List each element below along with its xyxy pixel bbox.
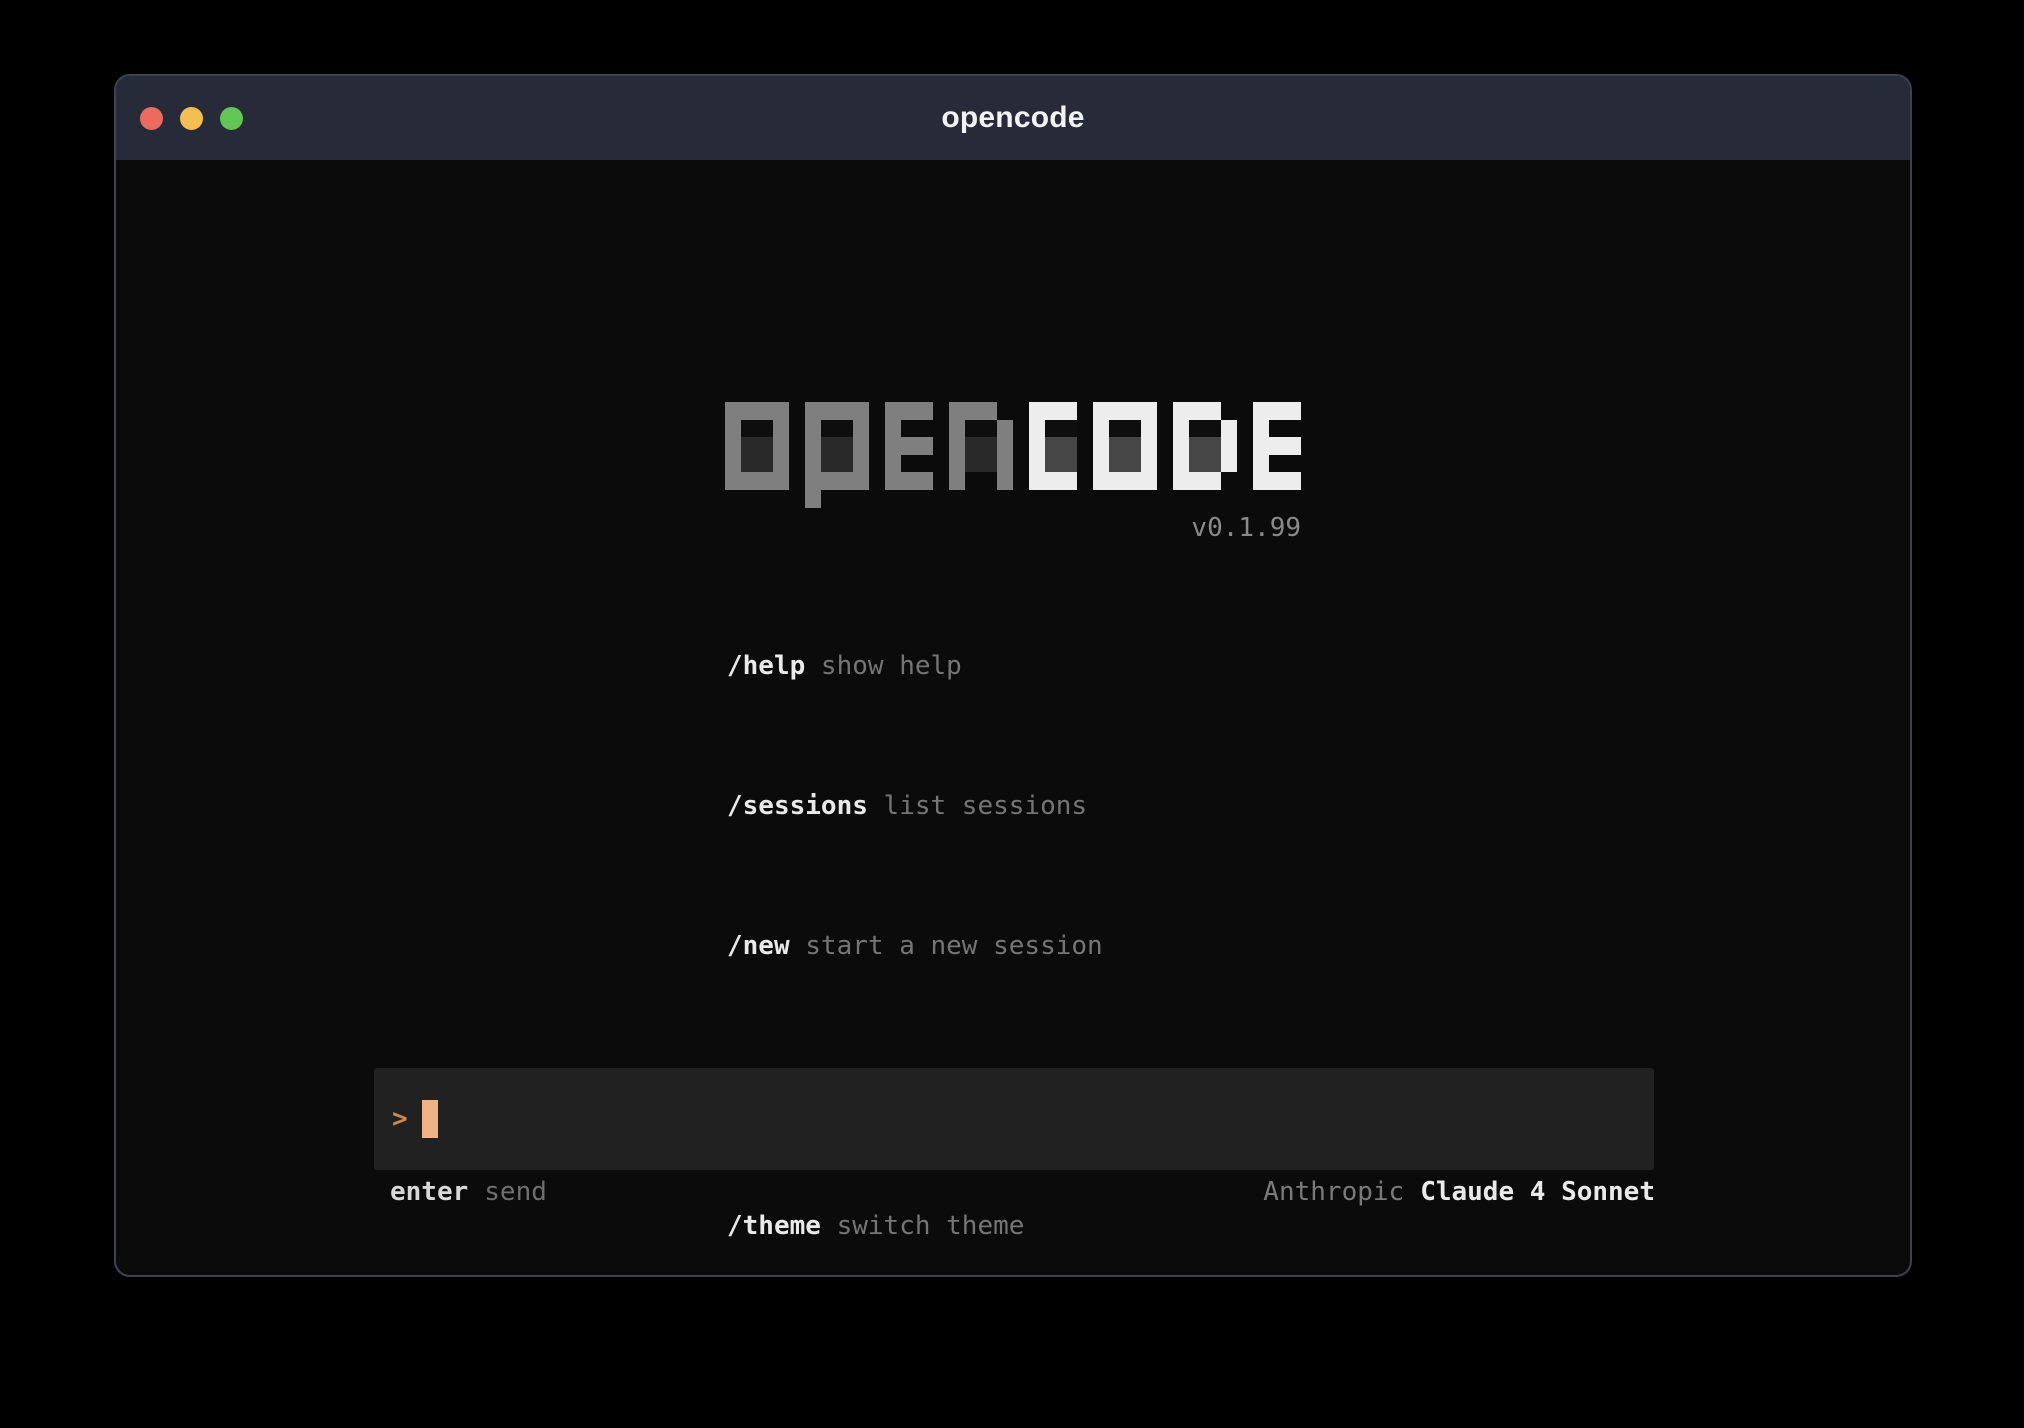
zoom-button[interactable] [220,107,243,130]
titlebar: opencode [116,76,1910,160]
command-name: /help [727,651,805,681]
command-name: /new [727,931,790,961]
prompt-chevron-icon: > [392,1104,408,1134]
text-cursor [422,1100,438,1138]
command-list: /help show help /sessions list sessions … [727,579,1103,1277]
model-name-label: Claude 4 Sonnet [1420,1177,1655,1207]
command-name: /sessions [727,791,868,821]
command-name: /theme [727,1211,821,1241]
version-label: v0.1.99 [725,513,1301,543]
send-action-label: send [484,1177,547,1207]
keybind-hint: enter send [374,1177,547,1207]
command-row: /new start a new session [727,929,1103,964]
statusbar: enter send Anthropic Claude 4 Sonnet [374,1177,1655,1207]
traffic-lights [140,76,243,160]
command-desc: list sessions [868,791,1087,821]
command-row: /theme switch theme [727,1209,1103,1244]
opencode-window: opencode v0.1.99 /help show help /sessio… [114,74,1912,1277]
enter-key-label: enter [390,1177,468,1207]
model-indicator: Anthropic Claude 4 Sonnet [1263,1177,1655,1207]
command-row: /sessions list sessions [727,789,1103,824]
prompt-input[interactable]: > [374,1068,1654,1170]
command-desc: switch theme [821,1211,1025,1241]
command-row: /help show help [727,649,1103,684]
command-desc: start a new session [790,931,1103,961]
provider-label: Anthropic [1263,1177,1404,1207]
window-title: opencode [941,101,1084,135]
command-desc: show help [805,651,962,681]
opencode-logo [725,402,1301,508]
minimize-button[interactable] [180,107,203,130]
close-button[interactable] [140,107,163,130]
